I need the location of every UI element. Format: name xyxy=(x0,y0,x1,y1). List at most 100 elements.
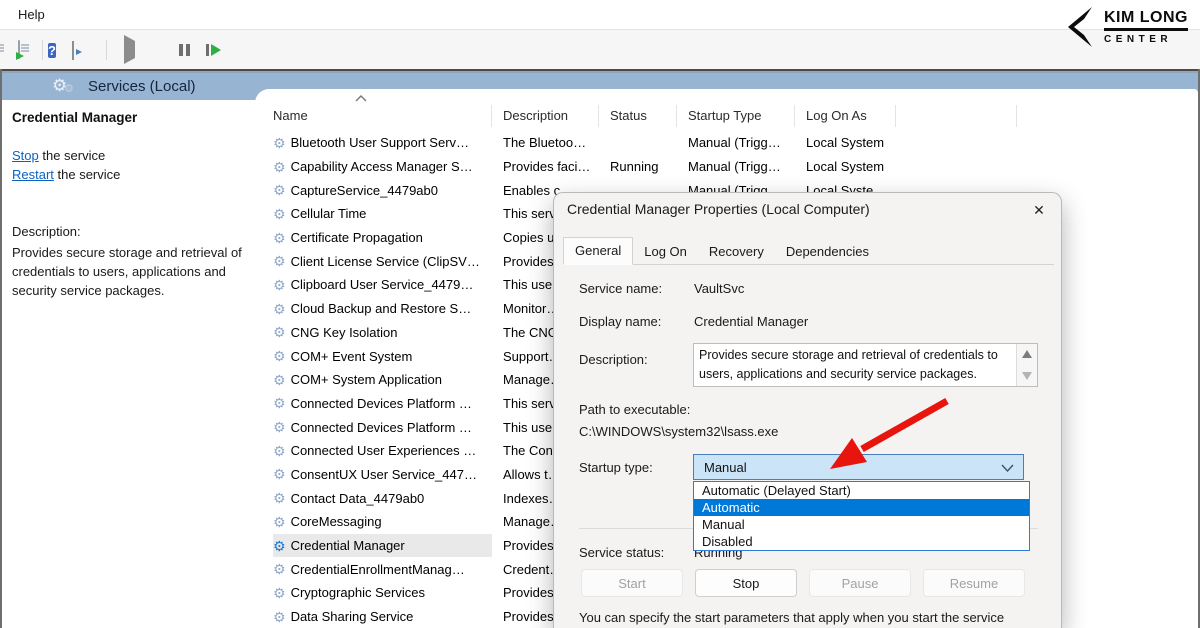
start-button: Start xyxy=(581,569,683,597)
service-status-label: Service status: xyxy=(579,545,664,560)
startup-type-value: Manual xyxy=(694,460,747,475)
service-summary-pane: Credential Manager Stop the service Rest… xyxy=(2,100,255,628)
column-header-startup-type[interactable]: Startup Type xyxy=(688,105,795,127)
column-header-status[interactable]: Status xyxy=(610,105,677,127)
service-name: Connected User Experiences … xyxy=(291,443,477,458)
pause-service-icon[interactable] xyxy=(179,41,190,56)
startup-type-label: Startup type: xyxy=(579,460,653,475)
description-field-text: Provides secure storage and retrieval of… xyxy=(699,346,1014,384)
service-gear-icon: ⚙ xyxy=(273,183,286,197)
tab-log-on[interactable]: Log On xyxy=(633,239,698,265)
service-gear-icon: ⚙ xyxy=(273,420,286,434)
export-list-icon[interactable] xyxy=(18,41,20,59)
startup-option[interactable]: Manual xyxy=(694,516,1029,533)
startup-dropdown: Automatic (Delayed Start)AutomaticManual… xyxy=(693,481,1030,551)
tab-dependencies[interactable]: Dependencies xyxy=(775,239,880,265)
service-gear-icon: ⚙ xyxy=(273,278,286,292)
service-name: Bluetooth User Support Serv… xyxy=(291,135,469,150)
tab-general[interactable]: General xyxy=(563,237,633,265)
service-name: ConsentUX User Service_447… xyxy=(291,467,477,482)
table-cell: Manual (Trigg… xyxy=(688,159,795,174)
services-gear-icon-small: ⚙ xyxy=(64,82,74,95)
service-gear-icon: ⚙ xyxy=(273,325,286,339)
service-gear-icon: ⚙ xyxy=(273,231,286,245)
description-scrollbar[interactable] xyxy=(1016,344,1037,386)
resume-button: Resume xyxy=(923,569,1025,597)
service-gear-icon: ⚙ xyxy=(273,349,286,363)
service-name: Cryptographic Services xyxy=(291,585,425,600)
menu-bar: Help xyxy=(0,0,1200,30)
dialog-title: Credential Manager Properties (Local Com… xyxy=(567,201,870,217)
table-row[interactable]: ⚙Bluetooth User Support Serv…The Bluetoo… xyxy=(255,131,1198,155)
service-gear-icon: ⚙ xyxy=(273,254,286,268)
service-gear-icon: ⚙ xyxy=(273,373,286,387)
table-row[interactable]: ⚙Capability Access Manager S…Provides fa… xyxy=(255,155,1198,179)
table-cell: Running xyxy=(610,159,677,174)
service-gear-icon: ⚙ xyxy=(273,207,286,221)
chevron-down-icon xyxy=(1001,464,1014,472)
table-cell: The Bluetoo… xyxy=(503,135,599,150)
scroll-down-icon[interactable] xyxy=(1022,372,1032,380)
service-gear-icon: ⚙ xyxy=(273,302,286,316)
brand-logo: KIM LONG CENTER xyxy=(1066,7,1188,47)
menu-help[interactable]: Help xyxy=(14,0,49,30)
service-name: Client License Service (ClipSV… xyxy=(291,254,480,269)
scroll-up-icon[interactable] xyxy=(1022,350,1032,358)
stop-service-link[interactable]: Stop xyxy=(12,148,39,163)
restart-service-icon[interactable] xyxy=(206,41,221,56)
service-name-value: VaultSvc xyxy=(694,281,744,296)
service-name-label: Service name: xyxy=(579,281,662,296)
table-cell: Manual (Trigg… xyxy=(688,135,795,150)
dialog-tabs: GeneralLog OnRecoveryDependencies xyxy=(563,236,1054,265)
column-header-description[interactable]: Description xyxy=(503,105,599,127)
description-text: Provides secure storage and retrieval of… xyxy=(12,243,248,300)
service-gear-icon: ⚙ xyxy=(273,467,286,481)
stop-service-suffix: the service xyxy=(39,148,105,163)
service-gear-icon: ⚙ xyxy=(273,610,286,624)
help-icon[interactable]: ? xyxy=(48,41,56,61)
service-gear-icon: ⚙ xyxy=(273,396,286,410)
startup-option[interactable]: Automatic xyxy=(694,499,1029,516)
dialog-description-label: Description: xyxy=(579,352,648,367)
close-icon[interactable]: ✕ xyxy=(1028,199,1050,221)
startup-option[interactable]: Automatic (Delayed Start) xyxy=(694,482,1029,499)
service-name: Certificate Propagation xyxy=(291,230,423,245)
service-name: COM+ Event System xyxy=(291,349,413,364)
restart-service-suffix: the service xyxy=(54,167,120,182)
table-header: Name Description Status Startup Type Log… xyxy=(255,103,1198,129)
dialog-buttons: Start Stop Pause Resume xyxy=(581,569,1041,597)
properties-window-icon[interactable] xyxy=(72,42,74,60)
stop-button[interactable]: Stop xyxy=(695,569,797,597)
sort-ascending-icon xyxy=(355,95,367,102)
service-gear-icon: ⚙ xyxy=(273,491,286,505)
service-name: Connected Devices Platform … xyxy=(291,396,472,411)
logo-line2: CENTER xyxy=(1104,34,1172,45)
table-cell: Provides faci… xyxy=(503,159,599,174)
selected-service-title: Credential Manager xyxy=(12,110,137,125)
banner-title: Services (Local) xyxy=(88,73,196,100)
column-header-name[interactable]: Name xyxy=(273,105,492,127)
restart-service-link[interactable]: Restart xyxy=(12,167,54,182)
start-service-icon[interactable] xyxy=(124,41,135,59)
service-name: COM+ System Application xyxy=(291,372,442,387)
description-label: Description: xyxy=(12,224,81,239)
service-name: Clipboard User Service_4479… xyxy=(291,277,474,292)
display-name-value: Credential Manager xyxy=(694,314,808,329)
description-field[interactable]: Provides secure storage and retrieval of… xyxy=(693,343,1038,387)
column-header-log-on-as[interactable]: Log On As xyxy=(806,105,896,127)
column-header-extra xyxy=(907,105,1017,127)
logo-line1: KIM LONG xyxy=(1104,9,1188,31)
service-gear-icon: ⚙ xyxy=(273,515,286,529)
toolbar-separator xyxy=(106,40,107,60)
pause-button: Pause xyxy=(809,569,911,597)
display-name-label: Display name: xyxy=(579,314,661,329)
toolbar: ? xyxy=(0,30,1200,69)
table-cell: Local System xyxy=(806,135,896,150)
service-name: CNG Key Isolation xyxy=(291,325,398,340)
service-gear-icon: ⚙ xyxy=(273,539,286,553)
startup-type-combobox[interactable]: Manual xyxy=(693,454,1024,480)
service-gear-icon: ⚙ xyxy=(273,160,286,174)
tab-recovery[interactable]: Recovery xyxy=(698,239,775,265)
startup-option[interactable]: Disabled xyxy=(694,533,1029,550)
service-name: Data Sharing Service xyxy=(291,609,414,624)
